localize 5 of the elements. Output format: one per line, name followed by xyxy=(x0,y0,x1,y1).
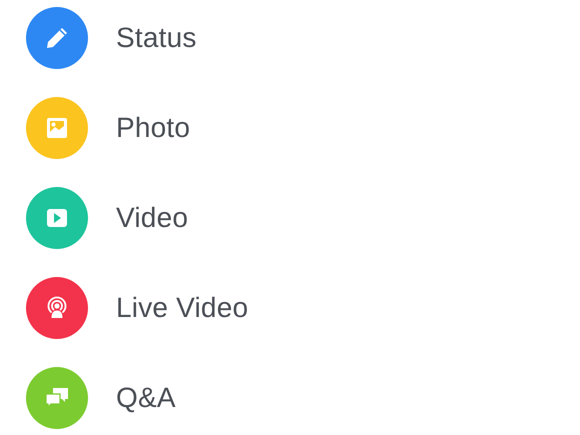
option-label[interactable]: Live Video xyxy=(116,292,248,324)
option-label[interactable]: Status xyxy=(116,22,197,54)
option-label[interactable]: Video xyxy=(116,202,188,234)
option-label[interactable]: Photo xyxy=(116,112,190,144)
option-label[interactable]: Q&A xyxy=(116,382,176,414)
